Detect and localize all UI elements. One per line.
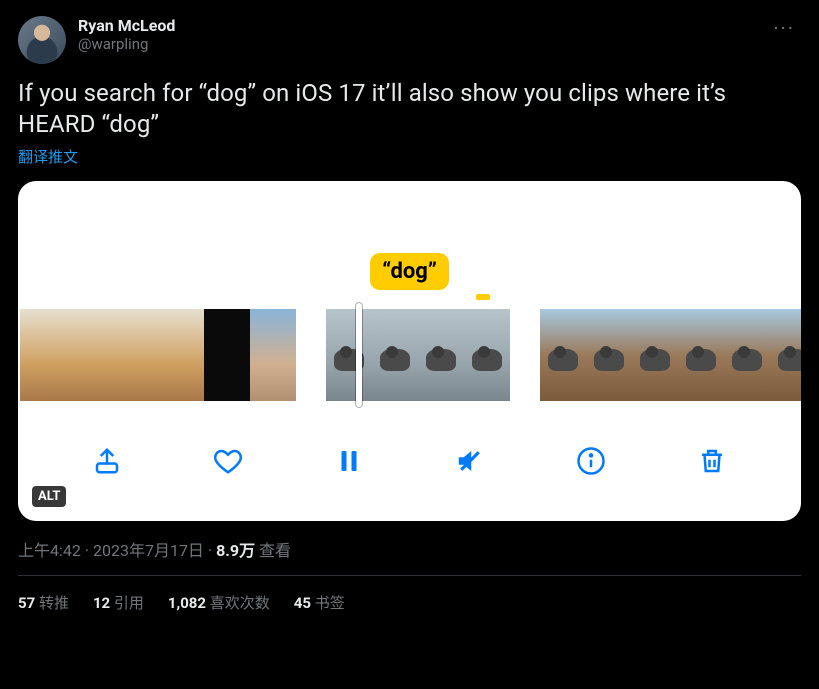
more-options-button[interactable]: ···: [767, 16, 801, 40]
timeline-playhead[interactable]: [356, 303, 362, 407]
clip-group-3: [540, 309, 801, 401]
translate-link[interactable]: 翻译推文: [18, 146, 801, 167]
caption-tick: [476, 294, 490, 300]
timeline-frame: [250, 309, 296, 401]
timeline-frame: [418, 309, 464, 401]
handle: @warpling: [78, 35, 755, 53]
alt-badge[interactable]: ALT: [32, 486, 66, 507]
display-name: Ryan McLeod: [78, 16, 755, 35]
timeline-frame: [770, 309, 801, 401]
pause-icon[interactable]: [331, 443, 367, 479]
info-icon[interactable]: [573, 443, 609, 479]
author-block[interactable]: Ryan McLeod @warpling: [78, 16, 755, 53]
timestamp[interactable]: 上午4:42: [18, 541, 81, 560]
views-label: 查看: [255, 541, 291, 560]
timeline-frame: [724, 309, 770, 401]
clip-group-2: [326, 309, 510, 401]
avatar[interactable]: [18, 16, 66, 64]
timeline-frame: [20, 309, 66, 401]
clip-group-1: [20, 309, 296, 401]
stats-row: 57 转推 12 引用 1,082 喜欢次数 45 书签: [18, 576, 801, 613]
bookmarks-stat[interactable]: 45 书签: [294, 592, 345, 613]
quotes-stat[interactable]: 12 引用: [93, 592, 144, 613]
timeline-frame: [678, 309, 724, 401]
tweet-text: If you search for “dog” on iOS 17 it’ll …: [18, 78, 801, 140]
timeline-frame: [158, 309, 204, 401]
caption-bubble: “dog”: [370, 253, 449, 290]
timeline-frame: [204, 309, 250, 401]
caption-row: “dog”: [18, 253, 801, 290]
timeline-frame: [464, 309, 510, 401]
timeline-frame: [586, 309, 632, 401]
trash-icon[interactable]: [694, 443, 730, 479]
tweet-meta: 上午4:42 · 2023年7月17日 · 8.9万 查看: [18, 537, 801, 561]
media-toolbar: [18, 433, 801, 489]
mute-icon[interactable]: [452, 443, 488, 479]
timeline-frame: [66, 309, 112, 401]
likes-stat[interactable]: 1,082 喜欢次数: [168, 592, 270, 613]
timeline-frame: [326, 309, 372, 401]
media-attachment[interactable]: “dog”: [18, 181, 801, 521]
heart-icon[interactable]: [210, 443, 246, 479]
timeline-frame: [632, 309, 678, 401]
date[interactable]: 2023年7月17日: [93, 541, 204, 560]
share-icon[interactable]: [89, 443, 125, 479]
video-timeline[interactable]: [18, 309, 801, 401]
timeline-frame: [372, 309, 418, 401]
retweets-stat[interactable]: 57 转推: [18, 592, 69, 613]
views-count: 8.9万: [216, 541, 255, 560]
timeline-frame: [112, 309, 158, 401]
tweet-container: Ryan McLeod @warpling ··· If you search …: [0, 0, 819, 613]
tweet-header: Ryan McLeod @warpling ···: [18, 16, 801, 64]
timeline-frame: [540, 309, 586, 401]
